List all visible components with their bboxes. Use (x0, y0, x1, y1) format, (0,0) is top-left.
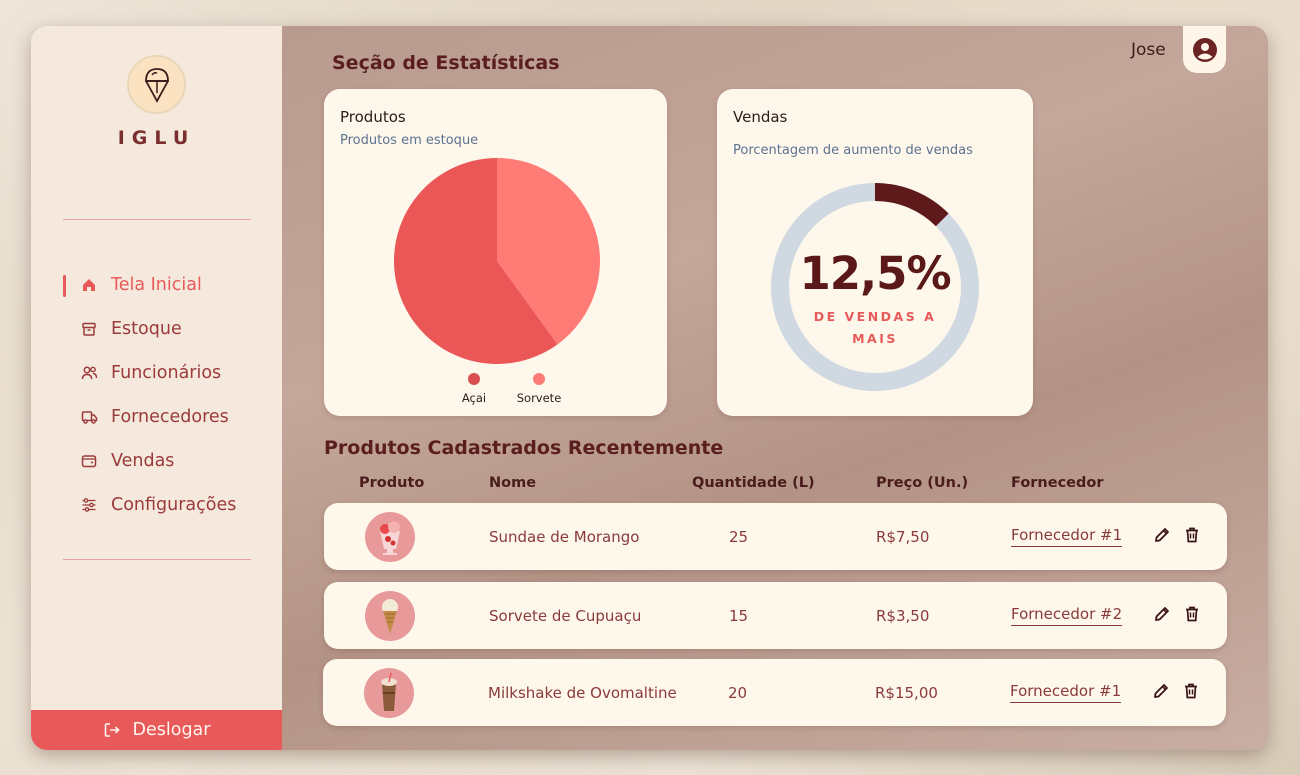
main-content: Seção de Estatísticas Jose Produtos Prod… (282, 26, 1268, 750)
edit-icon[interactable] (1152, 525, 1172, 545)
supplier-link[interactable]: Fornecedor #2 (1011, 605, 1123, 626)
sidebar-item-configuracoes[interactable]: Configurações (63, 490, 236, 520)
user-icon (1192, 37, 1217, 62)
sidebar-item-label: Configurações (111, 495, 237, 515)
column-header-produto: Produto (359, 475, 425, 491)
sidebar-item-tela-inicial[interactable]: Tela Inicial (63, 270, 202, 300)
sidebar: IGLU Tela Inicial Estoque Funcionários F… (31, 26, 282, 750)
product-image (365, 512, 415, 562)
table-row: Milkshake de Ovomaltine 20 R$15,00 Forne… (323, 659, 1226, 726)
archive-icon (80, 320, 98, 338)
legend-label-acai: Açai (461, 391, 487, 405)
legend-dot-acai (468, 373, 480, 385)
product-price: R$15,00 (875, 683, 938, 702)
sidebar-item-label: Tela Inicial (111, 275, 202, 295)
delete-icon[interactable] (1181, 681, 1201, 701)
sales-card: Vendas Porcentagem de aumento de vendas … (717, 89, 1033, 416)
legend-acai: Açai (456, 373, 492, 405)
app-window: IGLU Tela Inicial Estoque Funcionários F… (31, 26, 1268, 750)
column-header-nome: Nome (489, 475, 537, 491)
sidebar-item-funcionarios[interactable]: Funcionários (63, 358, 221, 388)
sidebar-item-label: Estoque (111, 319, 182, 339)
sidebar-item-vendas[interactable]: Vendas (63, 446, 174, 476)
sidebar-item-fornecedores[interactable]: Fornecedores (63, 402, 229, 432)
logout-icon (103, 721, 121, 739)
column-header-fornecedor: Fornecedor (1011, 475, 1104, 491)
divider (63, 559, 251, 560)
sidebar-item-label: Funcionários (111, 363, 222, 383)
table-row: Sorvete de Cupuaçu 15 R$3,50 Fornecedor … (324, 582, 1227, 649)
users-icon (80, 364, 98, 382)
ice-cream-logo-icon (144, 67, 169, 103)
product-price: R$3,50 (876, 606, 930, 625)
product-name: Milkshake de Ovomaltine (488, 683, 677, 702)
section-title: Seção de Estatísticas (332, 52, 560, 74)
sidebar-item-estoque[interactable]: Estoque (63, 314, 182, 344)
products-card: Produtos Produtos em estoque Açai Sorvet… (324, 89, 667, 416)
legend-sorvete: Sorvete (514, 373, 564, 405)
home-icon (80, 276, 98, 294)
product-image (364, 668, 414, 718)
brand-name: IGLU (117, 127, 196, 149)
divider (63, 219, 251, 220)
products-pie-chart (394, 158, 600, 364)
column-header-preco: Preço (Un.) (876, 475, 969, 491)
supplier-link[interactable]: Fornecedor #1 (1010, 682, 1122, 703)
sales-percentage: 12,5% (799, 247, 951, 300)
column-header-quantidade: Quantidade (L) (692, 475, 815, 491)
edit-icon[interactable] (1152, 604, 1172, 624)
delete-icon[interactable] (1182, 604, 1202, 624)
delete-icon[interactable] (1182, 525, 1202, 545)
product-name: Sundae de Morango (489, 527, 640, 546)
legend-label-sorvete: Sorvete (516, 391, 562, 405)
sliders-icon (80, 496, 98, 514)
truck-icon (80, 408, 98, 426)
edit-icon[interactable] (1151, 681, 1171, 701)
logout-button[interactable]: Deslogar (31, 710, 282, 750)
product-price: R$7,50 (876, 527, 930, 546)
logout-label: Deslogar (132, 720, 211, 740)
supplier-link[interactable]: Fornecedor #1 (1011, 526, 1123, 547)
user-avatar[interactable] (1183, 26, 1226, 73)
product-name: Sorvete de Cupuaçu (489, 606, 642, 625)
sidebar-item-label: Fornecedores (111, 407, 229, 427)
sales-caption-line2: MAIS (852, 331, 898, 346)
table-row: Sundae de Morango 25 R$7,50 Fornecedor #… (324, 503, 1227, 570)
product-quantity: 25 (729, 527, 749, 546)
product-quantity: 20 (728, 683, 748, 702)
table-title: Produtos Cadastrados Recentemente (324, 437, 724, 459)
user-name[interactable]: Jose (1131, 40, 1166, 60)
wallet-icon (80, 452, 98, 470)
product-image (365, 591, 415, 641)
logo (127, 55, 186, 114)
product-quantity: 15 (729, 606, 749, 625)
legend-dot-sorvete (533, 373, 545, 385)
sidebar-item-label: Vendas (111, 451, 175, 471)
sales-caption-line1: DE VENDAS A (813, 309, 937, 324)
